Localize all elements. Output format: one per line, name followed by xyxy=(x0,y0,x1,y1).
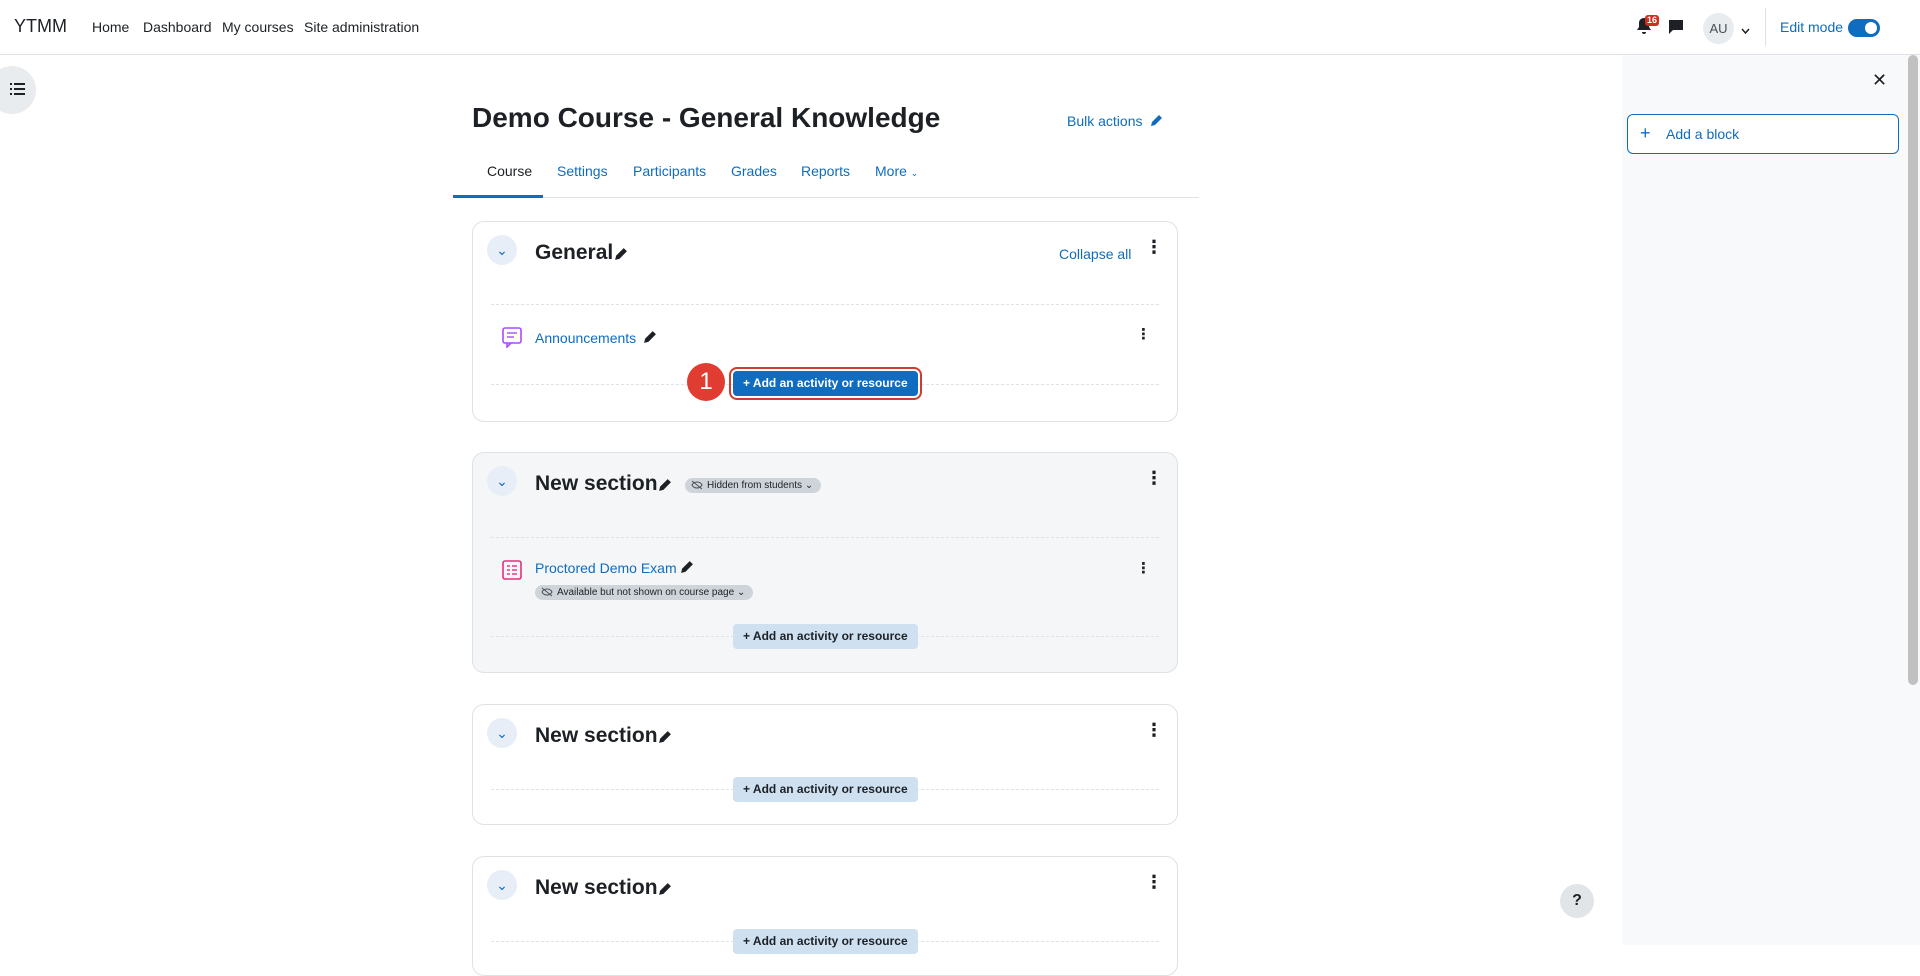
add-activity-button[interactable]: + Add an activity or resource xyxy=(733,624,918,649)
chevron-down-icon[interactable] xyxy=(1741,22,1750,40)
tab-more-label: More xyxy=(875,163,907,179)
notification-count-badge: 16 xyxy=(1645,15,1660,26)
visibility-badge[interactable]: Hidden from students ⌄ xyxy=(685,478,822,495)
collapse-section-button[interactable]: ⌄ xyxy=(487,466,517,496)
nav-home[interactable]: Home xyxy=(92,19,129,35)
nav-site-administration[interactable]: Site administration xyxy=(304,19,419,35)
collapse-section-button[interactable]: ⌄ xyxy=(487,235,517,265)
tab-grades[interactable]: Grades xyxy=(731,163,777,179)
navbar-divider xyxy=(1765,8,1766,46)
activity-menu-icon[interactable]: ⋮ xyxy=(1136,327,1151,342)
course-section-2: ⌄ New section Hidden from students ⌄ ⋮ P… xyxy=(472,452,1178,673)
divider xyxy=(491,304,1159,305)
tab-course[interactable]: Course xyxy=(487,163,532,179)
pencil-icon xyxy=(1150,114,1163,130)
help-button[interactable]: ? xyxy=(1560,884,1594,918)
bulk-actions-label: Bulk actions xyxy=(1067,113,1143,129)
page-title: Demo Course - General Knowledge xyxy=(472,102,941,133)
activity-link-announcements[interactable]: Announcements xyxy=(535,330,636,346)
nav-dashboard[interactable]: Dashboard xyxy=(143,19,212,35)
tab-more[interactable]: More ⌄ xyxy=(875,163,918,179)
scrollbar[interactable] xyxy=(1908,55,1918,685)
section-menu-icon[interactable]: ⋮ xyxy=(1145,873,1163,891)
section-menu-icon[interactable]: ⋮ xyxy=(1145,469,1163,487)
block-drawer xyxy=(1622,55,1920,945)
section-title: New section xyxy=(535,472,658,495)
add-block-button[interactable]: + Add a block xyxy=(1627,114,1899,154)
close-icon[interactable]: ✕ xyxy=(1872,70,1887,91)
availability-badge-label: Available but not shown on course page xyxy=(557,587,735,598)
nav-my-courses[interactable]: My courses xyxy=(222,19,294,35)
add-activity-button[interactable]: + Add an activity or resource xyxy=(733,777,918,802)
edit-mode-label: Edit mode xyxy=(1780,19,1844,35)
site-brand[interactable]: YTMM xyxy=(14,16,67,37)
add-activity-label: Add an activity or resource xyxy=(752,376,908,390)
chevron-down-icon: ⌄ xyxy=(910,168,919,178)
course-section-4: ⌄ New section ⋮ + Add an activity or res… xyxy=(472,856,1178,976)
pencil-icon[interactable] xyxy=(680,560,694,579)
add-activity-label: Add an activity or resource xyxy=(752,629,908,643)
plus-icon: + xyxy=(1640,123,1651,143)
collapse-section-button[interactable]: ⌄ xyxy=(487,870,517,900)
messages-icon[interactable] xyxy=(1668,19,1684,40)
top-navbar: YTMM Home Dashboard My courses Site admi… xyxy=(0,0,1920,55)
add-activity-label: Add an activity or resource xyxy=(752,782,908,796)
collapse-all-link[interactable]: Collapse all xyxy=(1059,246,1131,262)
activity-link-proctored-demo-exam[interactable]: Proctored Demo Exam xyxy=(535,560,677,576)
list-icon xyxy=(10,82,26,101)
tab-reports[interactable]: Reports xyxy=(801,163,850,179)
section-title: New section xyxy=(535,876,658,899)
tab-participants[interactable]: Participants xyxy=(633,163,706,179)
course-index-toggle[interactable] xyxy=(0,66,36,114)
bulk-actions-button[interactable]: Bulk actions xyxy=(1067,113,1163,130)
collapse-section-button[interactable]: ⌄ xyxy=(487,718,517,748)
add-block-label: Add a block xyxy=(1666,126,1740,142)
course-section-general: ⌄ General Collapse all ⋮ Announcements ⋮… xyxy=(472,221,1178,422)
section-title: General xyxy=(535,241,614,264)
pencil-icon[interactable] xyxy=(658,730,672,749)
visibility-badge-label: Hidden from students xyxy=(707,480,803,491)
availability-badge[interactable]: Available but not shown on course page ⌄ xyxy=(535,585,754,602)
forum-icon xyxy=(501,326,523,353)
add-activity-button[interactable]: + Add an activity or resource xyxy=(733,929,918,954)
pencil-icon[interactable] xyxy=(643,330,657,349)
add-activity-button[interactable]: + Add an activity or resource xyxy=(729,367,922,400)
active-tab-indicator xyxy=(453,195,543,198)
activity-menu-icon[interactable]: ⋮ xyxy=(1136,561,1151,576)
section-menu-icon[interactable]: ⋮ xyxy=(1145,238,1163,256)
eye-slash-icon xyxy=(691,480,703,495)
course-section-3: ⌄ New section ⋮ + Add an activity or res… xyxy=(472,704,1178,825)
step-marker: 1 xyxy=(687,363,725,401)
pencil-icon[interactable] xyxy=(658,882,672,901)
section-menu-icon[interactable]: ⋮ xyxy=(1145,721,1163,739)
quiz-icon xyxy=(501,559,523,586)
pencil-icon[interactable] xyxy=(658,478,672,497)
user-avatar[interactable]: AU xyxy=(1703,13,1734,44)
divider xyxy=(491,537,1159,538)
add-activity-label: Add an activity or resource xyxy=(752,934,908,948)
section-title: New section xyxy=(535,724,658,747)
course-tabs: Course Settings Participants Grades Repo… xyxy=(453,150,1199,198)
pencil-icon[interactable] xyxy=(614,247,628,266)
edit-mode-toggle[interactable] xyxy=(1848,19,1880,37)
eye-slash-icon xyxy=(541,587,553,602)
tab-settings[interactable]: Settings xyxy=(557,163,608,179)
